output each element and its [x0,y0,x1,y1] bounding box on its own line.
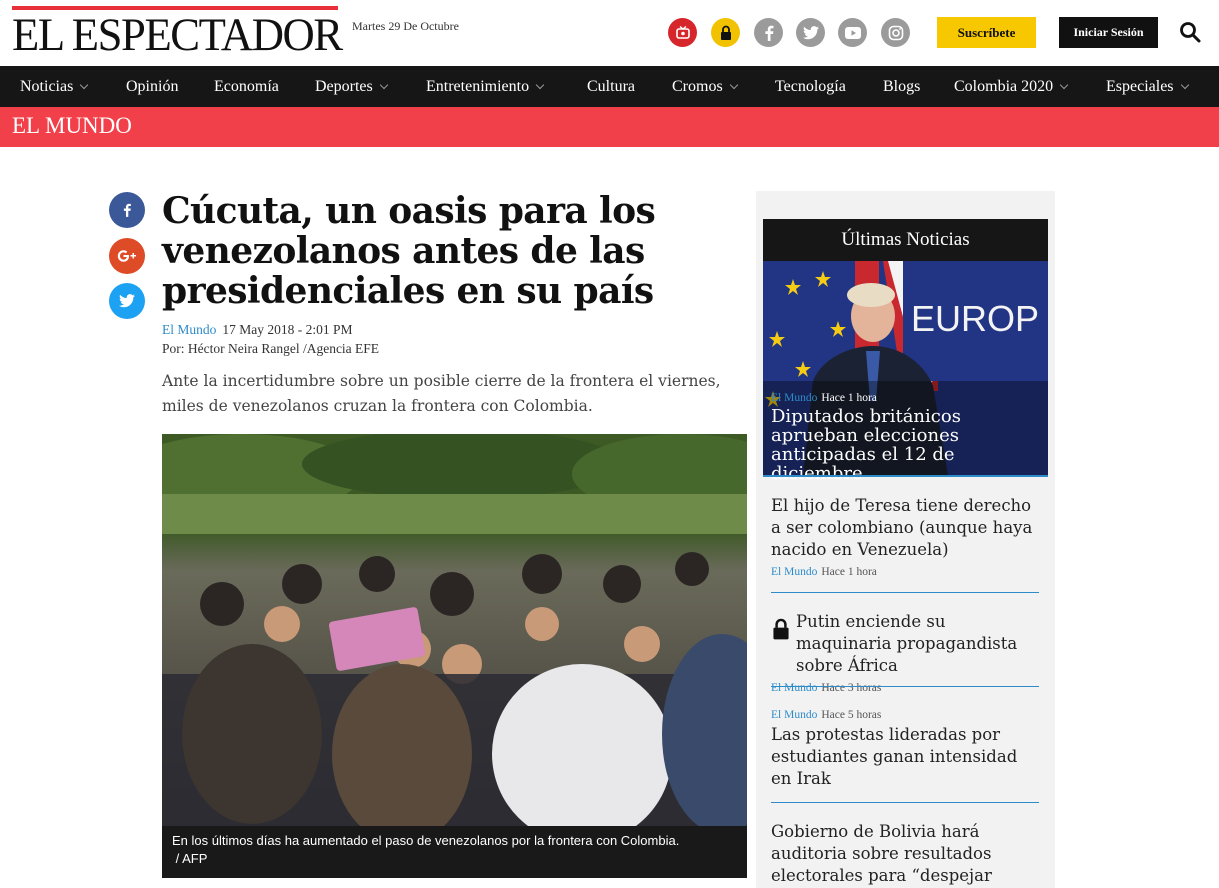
chevron-down-icon [535,80,545,90]
article-headline: Cúcuta, un oasis para los venezolanos an… [162,190,656,312]
share-twitter-button[interactable] [109,283,145,319]
site-logo[interactable]: EL ESPECTADOR [12,6,359,60]
nav-item-cromos[interactable]: Cromos [672,66,738,107]
share-facebook-button[interactable] [109,192,145,228]
tv-icon[interactable] [668,18,697,47]
lock-icon[interactable] [711,18,740,47]
lock-icon [773,618,789,640]
nav-item-deportes[interactable]: Deportes [315,66,389,107]
list-item[interactable]: Gobierno de Bolivia hará auditoria sobre… [771,821,1041,887]
news-tag: El Mundo Hace 5 horas [771,709,1041,721]
nav-item-tecnologia[interactable]: Tecnología [775,66,846,107]
news-title[interactable]: El hijo de Teresa tiene derecho a ser co… [771,495,1041,561]
subscribe-button[interactable]: Suscríbete [937,17,1036,48]
nav-label: Opinión [126,78,179,95]
divider [771,802,1039,803]
nav-item-noticias[interactable]: Noticias [20,66,89,107]
google-plus-icon [117,250,136,262]
chevron-down-icon [1180,80,1189,90]
article-date: 17 May 2018 - 2:01 PM [222,322,353,337]
nav-item-blogs[interactable]: Blogs [883,66,920,107]
nav-label: Tecnología [775,78,846,95]
divider [771,686,1039,687]
news-title[interactable]: Putin enciende su maquinaria propagandis… [796,611,1041,677]
section-title[interactable]: EL MUNDO [12,113,132,139]
nav-item-opinion[interactable]: Opinión [126,66,178,107]
nav-item-entretenimiento[interactable]: Entretenimiento [426,66,545,107]
europ-backdrop-text: EUROP [911,298,1039,339]
article-byline: Por: Héctor Neira Rangel /Agencia EFE [162,341,380,356]
news-tag: El Mundo Hace 1 hora [771,566,1041,578]
nav-item-colombia-2020[interactable]: Colombia 2020 [954,66,1069,107]
chevron-down-icon [729,80,738,90]
news-tag: El Mundo Hace 3 horas [771,682,1041,694]
news-section[interactable]: El Mundo [771,709,817,721]
instagram-icon[interactable] [881,18,910,47]
nav-label: Deportes [315,78,373,95]
featured-news-card[interactable]: El Mundo Hace 1 hora Diputados británicos… [771,392,1045,483]
share-google-plus-button[interactable] [109,238,145,274]
caption-text: En los últimos días ha aumentado el paso… [172,833,680,848]
list-item[interactable]: El hijo de Teresa tiene derecho a ser co… [771,495,1041,578]
news-section[interactable]: El Mundo [771,392,817,404]
divider [771,592,1039,593]
caption-credit: / AFP [172,851,208,866]
news-time: Hace 3 horas [821,682,882,694]
twitter-icon[interactable] [796,18,825,47]
search-icon[interactable] [1178,20,1202,44]
news-section[interactable]: El Mundo [771,682,817,694]
news-time: Hace 1 hora [821,566,877,578]
news-title[interactable]: Gobierno de Bolivia hará auditoria sobre… [771,821,1041,887]
nav-label: Cromos [672,78,723,95]
current-date: Martes 29 De Octubre [352,19,459,33]
nav-label: Colombia 2020 [954,78,1054,95]
facebook-icon[interactable] [754,18,783,47]
section-bar: EL MUNDO [0,107,1219,147]
facebook-icon [123,203,131,217]
nav-item-especiales[interactable]: Especiales [1106,66,1189,107]
chevron-down-icon [1059,80,1069,90]
list-item[interactable]: El Mundo Hace 5 horas Las protestas lider… [771,709,1041,790]
chevron-down-icon [379,80,389,90]
article-section-link[interactable]: El Mundo [162,322,216,337]
nav-item-economia[interactable]: Economía [214,66,279,107]
nav-label: Especiales [1106,78,1174,95]
photo-caption: En los últimos días ha aumentado el paso… [162,826,747,878]
nav-item-cultura[interactable]: Cultura [587,66,635,107]
news-section[interactable]: El Mundo [771,566,817,578]
login-button[interactable]: Iniciar Sesión [1059,17,1158,48]
nav-label: Economía [214,78,279,95]
logo-text: EL ESPECTADOR [12,9,343,61]
nav-label: Entretenimiento [426,78,530,95]
news-time: Hace 5 horas [821,709,882,721]
article-meta: El Mundo 17 May 2018 - 2:01 PM [162,322,353,338]
news-time: Hace 1 hora [821,392,877,404]
top-header: EL ESPECTADOR Martes 29 De Octubre Suscr… [0,0,1219,66]
article-photo [162,434,747,826]
news-title[interactable]: Las protestas lideradas por estudiantes … [771,724,1041,790]
article-lead: Ante la incertidumbre sobre un posible c… [162,372,721,415]
youtube-icon[interactable] [838,18,867,47]
nav-label: Cultura [587,78,635,95]
chevron-down-icon [80,80,89,90]
latest-news-title: Últimas Noticias [763,219,1048,261]
twitter-icon [119,294,135,308]
main-nav: Noticias Opinión Economía Deportes Entre… [0,66,1219,107]
featured-news-tag: El Mundo Hace 1 hora [771,392,1045,404]
nav-label: Blogs [883,78,921,95]
featured-news-divider [763,475,1048,477]
list-item[interactable]: Putin enciende su maquinaria propagandis… [771,611,1041,694]
featured-news-title[interactable]: Diputados británicos aprueban elecciones… [771,407,1045,483]
nav-label: Noticias [20,78,74,95]
